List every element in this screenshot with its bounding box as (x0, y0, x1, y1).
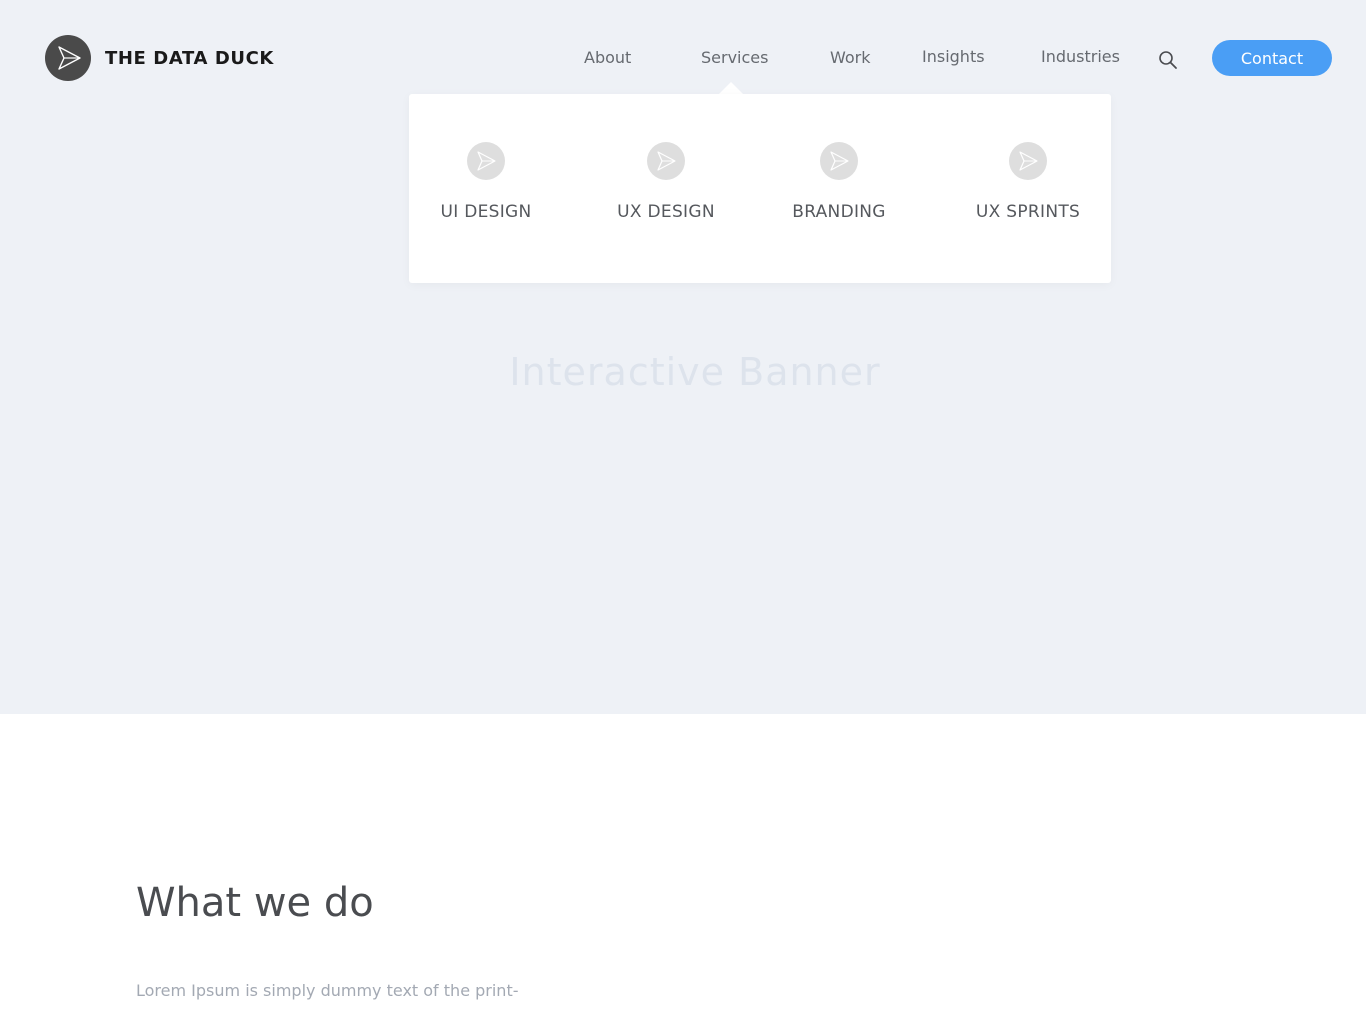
paper-plane-icon (1009, 142, 1047, 180)
service-branding[interactable]: BRANDING (788, 142, 890, 222)
section-text: Lorem Ipsum is simply dummy text of the … (136, 981, 519, 1000)
banner-title: Interactive Banner (509, 350, 881, 394)
nav-work[interactable]: Work (830, 48, 871, 67)
paper-plane-icon (467, 142, 505, 180)
search-icon[interactable] (1158, 50, 1178, 70)
nav-about[interactable]: About (584, 48, 631, 67)
section-title: What we do (136, 880, 374, 926)
paper-plane-icon (647, 142, 685, 180)
service-ui-design[interactable]: UI DESIGN (438, 142, 534, 222)
paper-plane-icon (820, 142, 858, 180)
service-label: UX DESIGN (617, 202, 715, 222)
nav-insights[interactable]: Insights (922, 47, 985, 66)
contact-button[interactable]: Contact (1212, 40, 1332, 76)
brand-name: THE DATA DUCK (105, 47, 274, 69)
service-label: UI DESIGN (440, 202, 532, 222)
brand-logo[interactable]: THE DATA DUCK (45, 35, 274, 81)
service-ux-design[interactable]: UX DESIGN (614, 142, 718, 222)
service-label: BRANDING (792, 202, 886, 222)
nav-industries[interactable]: Industries (1041, 47, 1120, 66)
paper-plane-logo-icon (45, 35, 91, 81)
nav-services[interactable]: Services (701, 48, 768, 67)
service-label: UX SPRINTS (975, 202, 1081, 222)
services-dropdown: UI DESIGN UX DESIGN BRANDING UX SPRINTS (409, 94, 1111, 283)
service-ux-sprints[interactable]: UX SPRINTS (972, 142, 1084, 222)
